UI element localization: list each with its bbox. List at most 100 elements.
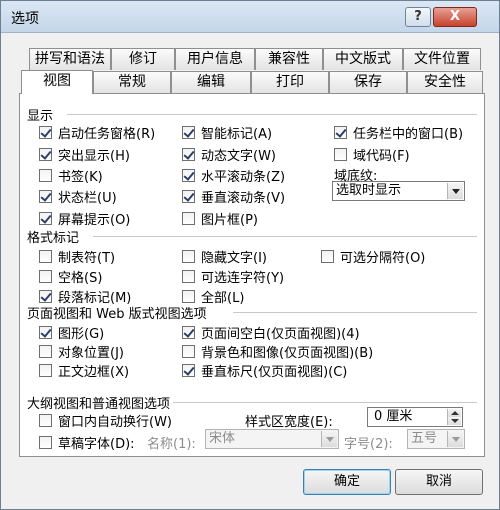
checkbox-optional-breaks[interactable]: 可选分隔符(O) [321,247,425,266]
options-dialog: 选项 ? X 拼写和语法 修订 用户信息 兼容性 中文版式 文件位置 视图 常规… [0,0,500,510]
checkbox-box [321,250,334,263]
tab-file-locations[interactable]: 文件位置 [403,48,481,70]
section-outline-title: 大纲视图和普通视图选项 [27,397,171,412]
tab-edit[interactable]: 编辑 [171,71,251,93]
chevron-down-icon[interactable] [447,183,463,199]
checkbox-box [39,190,52,203]
checkbox-label: 对象位置(J) [58,346,124,361]
checkbox-hidden-text[interactable]: 隐藏文字(I) [182,247,267,266]
checkbox-label: 智能标记(A) [201,127,273,142]
checkbox-background-colors-images[interactable]: 背景色和图像(仅页面视图)(B) [182,342,373,361]
tab-view[interactable]: 视图 [21,70,93,94]
spin-up-icon[interactable] [447,409,461,417]
checkbox-box [39,414,52,427]
chevron-down-icon[interactable] [321,431,337,447]
checkbox-windows-in-taskbar[interactable]: 任务栏中的窗口(B) [334,123,463,142]
checkbox-vertical-ruler[interactable]: 垂直标尺(仅页面视图)(C) [182,361,347,380]
checkbox-screen-tips[interactable]: 屏幕提示(O) [39,209,130,228]
help-button[interactable]: ? [405,7,431,27]
checkbox-label: 页面间空白(仅页面视图)(4) [201,327,360,342]
checkbox-label: 图片框(P) [201,213,258,228]
style-area-width-value: 0 厘米 [374,409,413,424]
checkbox-label: 隐藏文字(I) [201,251,267,266]
checkbox-tab-characters[interactable]: 制表符(T) [39,247,115,266]
close-button[interactable]: X [433,7,477,27]
tab-user-info[interactable]: 用户信息 [175,48,255,70]
checkbox-box [39,364,52,377]
checkbox-label: 空格(S) [58,271,103,286]
checkbox-label: 可选分隔符(O) [340,251,426,266]
checkbox-box [182,169,195,182]
checkbox-smart-tags[interactable]: 智能标记(A) [182,123,272,142]
checkbox-label: 草稿字体(D): [58,437,135,452]
checkbox-label: 制表符(T) [58,251,116,266]
ok-button[interactable]: 确定 [303,469,391,495]
checkbox-box [39,345,52,358]
checkbox-draft-font[interactable]: 草稿字体(D): [39,433,135,452]
checkbox-box [334,126,347,139]
section-divider [93,236,477,237]
tab-revisions[interactable]: 修订 [111,48,175,70]
draft-font-size-label: 字号(2): [344,437,393,452]
style-area-width-label: 样式区宽度(E): [245,415,333,430]
draft-font-name-select[interactable]: 宋体 [205,429,339,449]
tab-save[interactable]: 保存 [329,71,407,93]
checkbox-box [182,212,195,225]
style-area-width-spinner[interactable]: 0 厘米 [367,407,463,427]
checkbox-horizontal-scrollbar[interactable]: 水平滚动条(Z) [182,166,285,185]
checkbox-picture-placeholders[interactable]: 图片框(P) [182,209,258,228]
section-divider [173,402,477,403]
checkbox-startup-task-pane[interactable]: 启动任务窗格(R) [39,123,155,142]
section-divider [67,114,477,115]
section-page-web-title: 页面视图和 Web 版式视图选项 [27,307,207,322]
checkbox-box [182,126,195,139]
section-divider [233,312,477,313]
checkbox-label: 状态栏(U) [58,191,117,206]
checkbox-box [334,148,347,161]
section-display-title: 显示 [27,109,54,124]
checkbox-label: 启动任务窗格(R) [58,127,156,142]
checkbox-white-space-between-pages[interactable]: 页面间空白(仅页面视图)(4) [182,323,360,342]
draft-font-name-label: 名称(1): [147,437,196,452]
checkbox-label: 书签(K) [58,170,103,185]
tab-compatibility[interactable]: 兼容性 [255,48,323,70]
chevron-down-icon[interactable] [447,431,463,447]
checkbox-animated-text[interactable]: 动态文字(W) [182,145,276,164]
checkbox-label: 窗口内自动换行(W) [58,415,172,430]
checkbox-spaces[interactable]: 空格(S) [39,267,102,286]
checkbox-box [39,148,52,161]
checkbox-box [182,326,195,339]
checkbox-optional-hyphens[interactable]: 可选连字符(Y) [182,267,284,286]
cancel-button[interactable]: 取消 [395,469,483,495]
checkbox-field-codes[interactable]: 域代码(F) [334,145,410,164]
tab-print[interactable]: 打印 [251,71,329,93]
checkbox-box [39,126,52,139]
checkbox-label: 水平滚动条(Z) [201,170,286,185]
checkbox-label: 全部(L) [201,291,245,306]
checkbox-drawings[interactable]: 图形(G) [39,323,104,342]
checkbox-label: 背景色和图像(仅页面视图)(B) [201,346,374,361]
tab-general[interactable]: 常规 [93,71,171,93]
checkbox-box [182,250,195,263]
tab-spelling-grammar[interactable]: 拼写和语法 [29,48,111,70]
checkbox-label: 任务栏中的窗口(B) [353,127,464,142]
field-shading-select[interactable]: 选取时显示 [332,181,465,201]
checkbox-status-bar[interactable]: 状态栏(U) [39,187,117,206]
checkbox-box [39,436,52,449]
checkbox-label: 图形(G) [58,327,105,342]
title-bar[interactable]: 选项 ? X [1,1,499,33]
draft-font-size-select[interactable]: 五号 [407,429,465,449]
tab-security[interactable]: 安全性 [407,71,483,93]
checkbox-bookmarks[interactable]: 书签(K) [39,166,103,185]
checkbox-highlight[interactable]: 突出显示(H) [39,145,130,164]
section-format-marks-title: 格式标记 [27,231,80,246]
checkbox-wrap-to-window[interactable]: 窗口内自动换行(W) [39,411,172,430]
checkbox-text-boundaries[interactable]: 正文边框(X) [39,361,129,380]
checkbox-box [182,290,195,303]
checkbox-object-anchors[interactable]: 对象位置(J) [39,342,124,361]
checkbox-vertical-scrollbar[interactable]: 垂直滚动条(V) [182,187,285,206]
checkbox-box [39,270,52,283]
spin-down-icon[interactable] [447,417,461,425]
tab-chinese-layout[interactable]: 中文版式 [323,48,403,70]
draft-font-size-value: 五号 [411,431,438,446]
